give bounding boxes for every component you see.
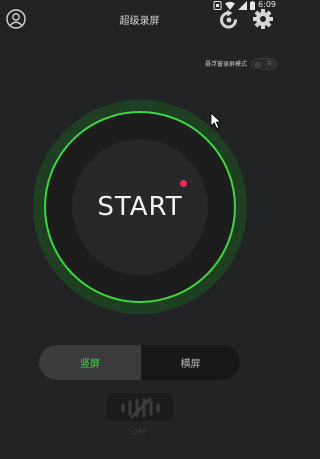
start-button[interactable]: START	[72, 139, 208, 275]
mouse-cursor-icon	[210, 112, 222, 130]
landscape-tab[interactable]: 横屏	[141, 345, 240, 380]
float-window-toggle[interactable]: 关	[251, 58, 277, 70]
title-bar: 超级录屏	[0, 6, 279, 34]
toggle-state-label: 关	[266, 61, 272, 67]
portrait-tab[interactable]: 竖屏	[39, 345, 141, 380]
float-window-label: 悬浮窗录屏模式	[204, 61, 247, 68]
audio-state-label: OFF	[131, 428, 148, 437]
gear-icon[interactable]	[252, 8, 274, 30]
float-window-row: 悬浮窗录屏模式 关	[0, 57, 279, 71]
orientation-switch: 竖屏 横屏	[39, 345, 240, 380]
record-indicator-dot	[180, 180, 187, 187]
dial-ring: START	[44, 111, 236, 303]
refresh-icon[interactable]	[218, 9, 240, 31]
mute-icon	[121, 397, 160, 419]
record-dial: START	[33, 100, 247, 314]
dial-inner: START	[72, 139, 208, 275]
toggle-knob	[253, 60, 263, 70]
audio-toggle-button[interactable]	[105, 392, 175, 422]
